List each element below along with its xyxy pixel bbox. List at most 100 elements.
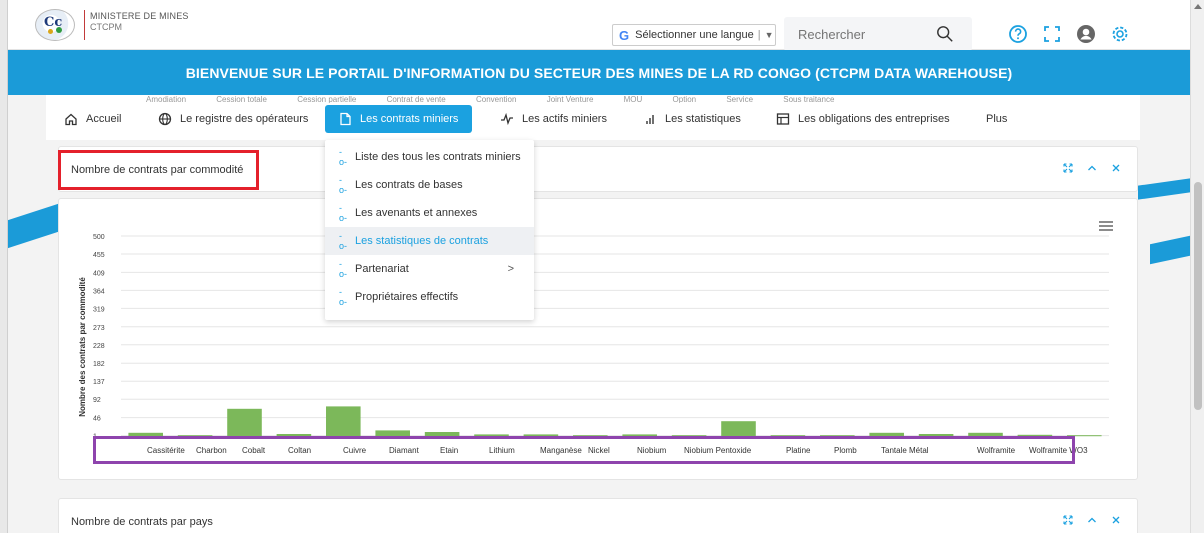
pulse-icon (501, 112, 513, 126)
y-tick-label: 182 (93, 361, 105, 368)
nav-item-accueil[interactable]: Accueil (64, 105, 121, 133)
settings-icon[interactable] (1110, 24, 1130, 44)
card-title: Nombre de contrats par pays (71, 516, 213, 528)
y-tick-label: 500 (93, 234, 105, 241)
search-icon[interactable] (936, 25, 954, 43)
nav-item-registre[interactable]: Le registre des opérateurs (158, 105, 308, 133)
language-selector[interactable]: G Sélectionner une langue | ▼ (612, 24, 776, 46)
nav-item-plus[interactable]: Plus (986, 105, 1007, 133)
brand-title: MINISTERE DE MINES (90, 11, 189, 21)
google-translate-icon: G (619, 27, 630, 43)
scroll-up-icon[interactable] (1194, 4, 1202, 9)
search-input[interactable] (798, 26, 928, 42)
document-icon (340, 112, 351, 126)
nav-label: Accueil (86, 113, 122, 125)
nav-label: Les actifs miniers (522, 113, 607, 125)
scrollbar-thumb[interactable] (1194, 182, 1202, 410)
nav-label: Les contrats miniers (360, 113, 459, 125)
y-axis-ticks: 14692137182228273319364409455500 (93, 234, 105, 441)
card-header-pays: Nombre de contrats par pays (58, 498, 1138, 533)
chevron-up-icon[interactable] (1087, 515, 1097, 525)
nav-item-statistiques[interactable]: Les statistiques (643, 105, 741, 133)
bullet-icon: -o- (339, 147, 348, 167)
nav-item-contrats-miniers[interactable]: Les contrats miniers (325, 105, 473, 133)
dropdown-item-liste-contrats[interactable]: -o- Liste des tous les contrats miniers (325, 143, 534, 171)
y-tick-label: 409 (93, 270, 105, 277)
y-axis-label: Nombre des contrats par commodité (78, 277, 87, 417)
welcome-banner: BIENVENUE SUR LE PORTAIL D'INFORMATION D… (8, 50, 1190, 95)
ghost-label: MOU (623, 95, 643, 103)
globe-icon (158, 112, 172, 126)
chart-menu-icon[interactable] (1099, 221, 1113, 231)
bar-or[interactable] (721, 421, 756, 436)
dropdown-label: Les statistiques de contrats (355, 235, 489, 247)
annotation-highlight-title (58, 150, 259, 190)
ghost-label: Option (672, 95, 697, 103)
annotation-highlight-xaxis (93, 436, 1075, 464)
close-icon[interactable] (1111, 163, 1121, 173)
bullet-icon: -o- (339, 203, 348, 223)
background-wave-right (1138, 178, 1190, 200)
help-icon[interactable] (1008, 24, 1028, 44)
dropdown-item-avenants[interactable]: -o- Les avenants et annexes (325, 199, 534, 227)
expand-icon[interactable] (1063, 163, 1073, 173)
ghost-label: Contrat de vente (386, 95, 446, 103)
home-icon (65, 113, 77, 126)
bullet-icon: -o- (339, 287, 348, 307)
expand-icon[interactable] (1063, 515, 1073, 525)
nav-item-actifs-miniers[interactable]: Les actifs miniers (500, 105, 607, 133)
page-scrollbar[interactable] (1190, 0, 1204, 533)
nav-item-obligations[interactable]: Les obligations des entreprises (776, 105, 950, 133)
contrats-dropdown-menu: -o- Liste des tous les contrats miniers … (325, 140, 534, 320)
ghost-label: Cession partielle (297, 95, 357, 103)
nav-label: Les obligations des entreprises (798, 113, 950, 125)
dropdown-item-contrats-bases[interactable]: -o- Les contrats de bases (325, 171, 534, 199)
table-icon (776, 113, 790, 125)
close-icon[interactable] (1111, 515, 1121, 525)
dropdown-item-statistiques-contrats[interactable]: -o- Les statistiques de contrats (325, 227, 534, 255)
background-wave-left (8, 203, 58, 249)
main-nav: Amodiation Cession totale Cession partie… (46, 95, 1140, 140)
dropdown-label: Les avenants et annexes (355, 207, 478, 219)
y-tick-label: 455 (93, 252, 105, 259)
brand-subtitle: CTCPM (90, 22, 122, 32)
brand-divider (84, 10, 85, 40)
language-selector-label: Sélectionner une langue (635, 29, 754, 41)
chevron-down-icon: ▼ (764, 30, 774, 40)
y-tick-label: 228 (93, 343, 105, 350)
background-wave-right-2 (1150, 235, 1190, 265)
y-tick-label: 319 (93, 306, 105, 313)
ghost-label: Service (726, 95, 754, 103)
submenu-ghost-row: Amodiation Cession totale Cession partie… (146, 95, 862, 103)
user-icon[interactable] (1076, 24, 1096, 44)
bullet-icon: -o- (339, 231, 348, 251)
ministry-logo[interactable]: Cc (35, 9, 75, 41)
search-box (784, 17, 972, 51)
logo-dot-gold (48, 29, 53, 34)
dropdown-item-partenariat[interactable]: -o- Partenariat > (325, 255, 534, 283)
dropdown-label: Propriétaires effectifs (355, 291, 459, 303)
bar-cuivre[interactable] (326, 406, 361, 436)
chevron-right-icon: > (507, 263, 514, 275)
ghost-label: Cession totale (216, 95, 267, 103)
dropdown-item-proprietaires[interactable]: -o- Propriétaires effectifs (325, 283, 534, 311)
logo-dot-green (56, 27, 62, 33)
ghost-label: Joint Venture (546, 95, 594, 103)
bullet-icon: -o- (339, 259, 348, 279)
chevron-up-icon[interactable] (1087, 163, 1097, 173)
y-tick-label: 92 (93, 397, 101, 404)
top-header: Cc MINISTERE DE MINES CTCPM G Sélectionn… (8, 0, 1190, 51)
chart-bars (128, 406, 1102, 437)
dropdown-label: Partenariat (355, 263, 409, 275)
bars-icon (646, 115, 654, 124)
bullet-icon: -o- (339, 175, 348, 195)
chart-grid (121, 235, 1109, 437)
card-tools (1063, 515, 1121, 525)
y-tick-label: 137 (93, 379, 105, 386)
y-tick-label: 364 (93, 288, 105, 295)
ghost-label: Sous traitance (783, 95, 835, 103)
ghost-label: Convention (475, 95, 517, 103)
bar-cobalt[interactable] (227, 408, 262, 436)
fullscreen-icon[interactable] (1042, 24, 1062, 44)
window-edge (0, 0, 8, 533)
